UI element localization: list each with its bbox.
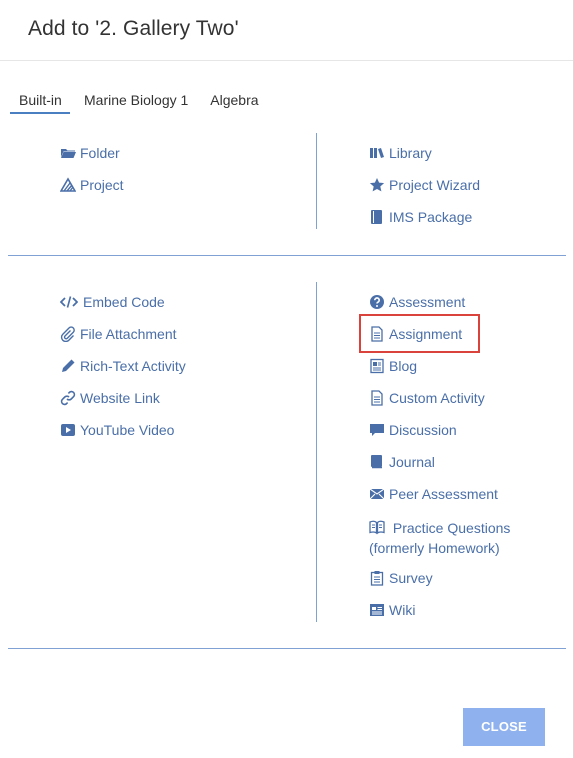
item-label: Project Wizard xyxy=(389,177,481,193)
item-label: Embed Code xyxy=(83,294,165,310)
item-label: Assessment xyxy=(389,294,466,310)
link-icon xyxy=(60,390,76,406)
envelope-icon xyxy=(369,486,385,502)
code-icon xyxy=(60,294,78,310)
project-icon xyxy=(60,177,76,193)
item-label: IMS Package xyxy=(389,209,473,225)
section-divider xyxy=(8,648,566,649)
folder-icon xyxy=(60,145,76,161)
chat-icon xyxy=(369,422,385,438)
dialog-title: Add to '2. Gallery Two' xyxy=(28,17,239,40)
item-folder[interactable]: Folder xyxy=(60,145,120,161)
item-label: Library xyxy=(389,145,432,161)
item-file-attachment[interactable]: File Attachment xyxy=(60,326,177,342)
item-survey[interactable]: Survey xyxy=(369,570,433,586)
item-youtube-video[interactable]: YouTube Video xyxy=(60,422,174,438)
question-icon xyxy=(369,294,385,310)
close-button[interactable]: CLOSE xyxy=(463,708,545,746)
item-label: Custom Activity xyxy=(389,390,485,406)
paperclip-icon xyxy=(60,326,76,342)
dialog-header: Add to '2. Gallery Two' xyxy=(0,0,573,61)
item-website-link[interactable]: Website Link xyxy=(60,390,160,406)
star-icon xyxy=(369,177,385,193)
document-icon xyxy=(369,390,385,406)
item-label: Discussion xyxy=(389,422,457,438)
item-label: Rich-Text Activity xyxy=(80,358,186,374)
item-label: Practice Questions (formerly Homework) xyxy=(369,520,511,556)
column-divider xyxy=(316,133,317,229)
item-journal[interactable]: Journal xyxy=(369,454,435,470)
item-label: Blog xyxy=(389,358,418,374)
item-peer-assessment[interactable]: Peer Assessment xyxy=(369,486,498,502)
assignment-highlight-box xyxy=(359,314,480,353)
item-ims-package[interactable]: IMS Package xyxy=(369,209,472,225)
youtube-icon xyxy=(60,422,76,438)
open-book-icon xyxy=(369,519,385,535)
item-label: Website Link xyxy=(80,390,160,406)
item-label: Folder xyxy=(80,145,120,161)
item-rich-text-activity[interactable]: Rich-Text Activity xyxy=(60,358,186,374)
blog-icon xyxy=(369,358,385,374)
item-wiki[interactable]: Wiki xyxy=(369,602,415,618)
item-label: Survey xyxy=(389,570,433,586)
item-label: YouTube Video xyxy=(80,422,175,438)
item-label: Project xyxy=(80,177,124,193)
tab-bar: Built-in Marine Biology 1 Algebra xyxy=(10,84,259,116)
item-practice-questions[interactable]: Practice Questions (formerly Homework) xyxy=(369,518,569,558)
column-divider xyxy=(316,282,317,622)
item-label: File Attachment xyxy=(80,326,177,342)
item-label: Wiki xyxy=(389,602,416,618)
clipboard-icon xyxy=(369,570,385,586)
wiki-icon xyxy=(369,602,385,618)
item-library[interactable]: Library xyxy=(369,145,432,161)
add-dialog: Add to '2. Gallery Two' Built-in Marine … xyxy=(0,0,574,758)
item-label: Peer Assessment xyxy=(389,486,498,502)
tab-algebra[interactable]: Algebra xyxy=(210,84,258,114)
tab-built-in[interactable]: Built-in xyxy=(10,84,70,114)
item-assessment[interactable]: Assessment xyxy=(369,294,465,310)
tab-marine-biology-1[interactable]: Marine Biology 1 xyxy=(84,84,188,114)
book-icon xyxy=(369,209,385,225)
item-embed-code[interactable]: Embed Code xyxy=(60,294,165,310)
item-discussion[interactable]: Discussion xyxy=(369,422,457,438)
library-icon xyxy=(369,145,385,161)
item-project-wizard[interactable]: Project Wizard xyxy=(369,177,480,193)
item-project[interactable]: Project xyxy=(60,177,124,193)
journal-icon xyxy=(369,454,385,470)
item-label: Journal xyxy=(389,454,435,470)
item-custom-activity[interactable]: Custom Activity xyxy=(369,390,485,406)
item-blog[interactable]: Blog xyxy=(369,358,417,374)
pencil-icon xyxy=(60,358,76,374)
section-divider xyxy=(8,255,566,256)
